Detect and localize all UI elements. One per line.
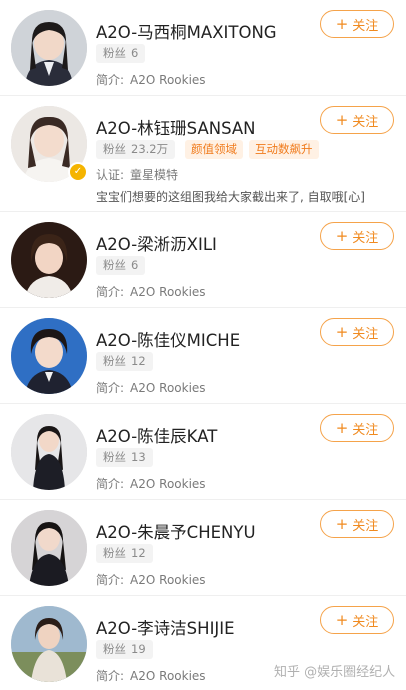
plus-icon: +: [335, 14, 349, 33]
account-name[interactable]: A2O-陈佳仪MICHE: [96, 327, 240, 351]
list-item[interactable]: A2O-梁淅沥XILI 粉丝 6 简介: A2O Rookies + 关注: [0, 212, 406, 308]
plus-icon: +: [335, 610, 349, 629]
account-name[interactable]: A2O-马西桐MAXITONG: [96, 19, 277, 43]
tag-trending: 互动数飙升: [249, 140, 319, 159]
intro-text: 简介: A2O Rookies: [96, 73, 206, 87]
intro-text: 简介: A2O Rookies: [96, 573, 206, 587]
list-item[interactable]: A2O-朱晨予CHENYU 粉丝 12 简介: A2O Rookies + 关注: [0, 500, 406, 596]
avatar[interactable]: [11, 10, 87, 86]
fans-count: 粉丝 13: [96, 448, 153, 467]
follow-button[interactable]: + 关注: [320, 10, 394, 38]
plus-icon: +: [335, 110, 349, 129]
avatar[interactable]: [11, 510, 87, 586]
follow-button[interactable]: + 关注: [320, 318, 394, 346]
watermark: 知乎 @娱乐圈经纪人: [274, 665, 396, 680]
follow-button[interactable]: + 关注: [320, 510, 394, 538]
fans-count: 粉丝 12: [96, 352, 153, 371]
account-name[interactable]: A2O-朱晨予CHENYU: [96, 519, 256, 543]
fans-count: 粉丝 6: [96, 44, 146, 63]
plus-icon: +: [335, 418, 349, 437]
fans-count: 粉丝 6: [96, 256, 146, 275]
account-name[interactable]: A2O-李诗洁SHIJIE: [96, 615, 235, 639]
avatar[interactable]: [11, 318, 87, 394]
tag-field: 颜值领域: [185, 140, 243, 159]
account-name[interactable]: A2O-陈佳辰KAT: [96, 423, 217, 447]
intro-text: 简介: A2O Rookies: [96, 381, 206, 395]
fans-count: 粉丝 19: [96, 640, 153, 659]
follow-button[interactable]: + 关注: [320, 106, 394, 134]
avatar[interactable]: [11, 414, 87, 490]
plus-icon: +: [335, 514, 349, 533]
fans-count: 粉丝 23.2万: [96, 140, 176, 159]
post-description[interactable]: 宝宝们想要的这组图我给大家截出来了, 自取哦[心]: [96, 188, 365, 205]
plus-icon: +: [335, 322, 349, 341]
verified-badge-icon: ✓: [68, 162, 88, 182]
intro-text: 简介: A2O Rookies: [96, 285, 206, 299]
follow-button[interactable]: + 关注: [320, 606, 394, 634]
intro-text: 简介: A2O Rookies: [96, 669, 206, 683]
list-item[interactable]: A2O-陈佳辰KAT 粉丝 13 简介: A2O Rookies + 关注: [0, 404, 406, 500]
intro-text: 简介: A2O Rookies: [96, 477, 206, 491]
avatar[interactable]: [11, 222, 87, 298]
list-item[interactable]: A2O-马西桐MAXITONG 粉丝 6 简介: A2O Rookies + 关注: [0, 0, 406, 96]
avatar[interactable]: [11, 606, 87, 682]
account-name[interactable]: A2O-梁淅沥XILI: [96, 231, 217, 255]
fans-count: 粉丝 12: [96, 544, 153, 563]
plus-icon: +: [335, 226, 349, 245]
follow-button[interactable]: + 关注: [320, 222, 394, 250]
follow-button[interactable]: + 关注: [320, 414, 394, 442]
account-name[interactable]: A2O-林钰珊SANSAN: [96, 115, 256, 139]
account-list: A2O-马西桐MAXITONG 粉丝 6 简介: A2O Rookies + 关注 ✓…: [0, 0, 406, 690]
certification-text: 认证: 童星模特: [96, 168, 179, 182]
list-item[interactable]: A2O-陈佳仪MICHE 粉丝 12 简介: A2O Rookies + 关注: [0, 308, 406, 404]
list-item[interactable]: ✓ A2O-林钰珊SANSAN 粉丝 23.2万 颜值领域 互动数飙升 认证: 童星…: [0, 96, 406, 212]
